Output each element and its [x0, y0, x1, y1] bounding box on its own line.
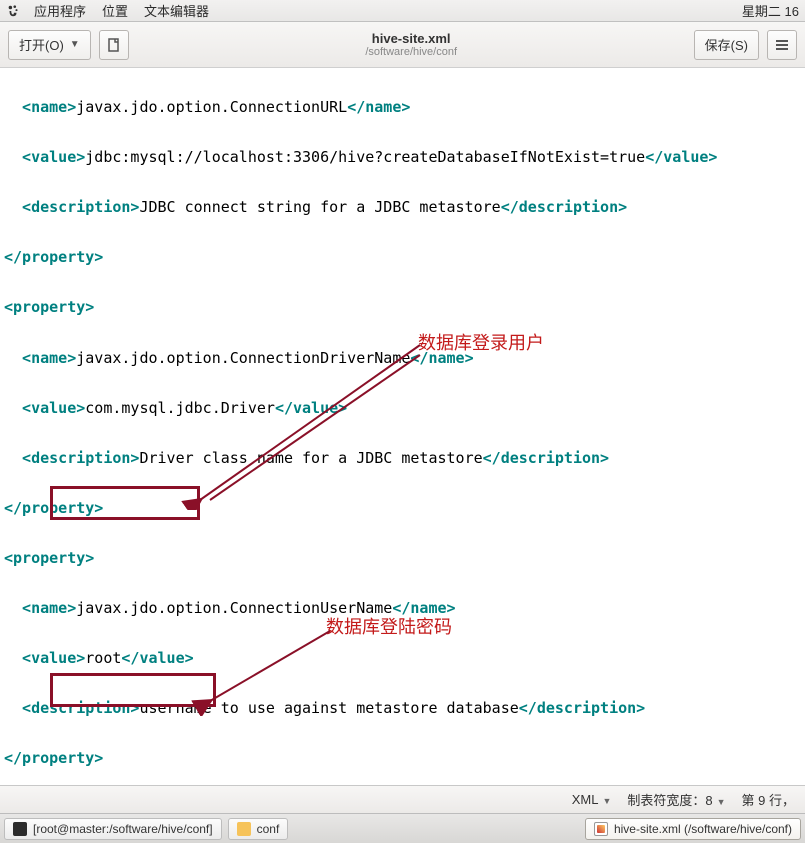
terminal-icon: [13, 822, 27, 836]
open-label: 打开(O): [19, 35, 64, 54]
menu-places[interactable]: 位置: [94, 1, 136, 20]
clock: 星期二 16: [742, 1, 799, 20]
open-button[interactable]: 打开(O) ▼: [8, 30, 91, 60]
task-files-label: conf: [257, 822, 280, 836]
task-files[interactable]: conf: [228, 818, 289, 840]
taskbar: [root@master:/software/hive/conf] conf h…: [0, 813, 805, 843]
status-lang[interactable]: XML▼: [572, 792, 612, 807]
text-editor-area[interactable]: <name>javax.jdo.option.ConnectionURL</na…: [0, 68, 805, 785]
save-button[interactable]: 保存(S): [694, 30, 759, 60]
gedit-icon: [594, 822, 608, 836]
menu-texteditor[interactable]: 文本编辑器: [136, 1, 217, 20]
task-terminal-label: [root@master:/software/hive/conf]: [33, 822, 213, 836]
hamburger-icon: [775, 38, 789, 52]
task-terminal[interactable]: [root@master:/software/hive/conf]: [4, 818, 222, 840]
task-gedit-label: hive-site.xml (/software/hive/conf): [614, 822, 792, 836]
status-tabwidth[interactable]: 制表符宽度：8▼: [627, 790, 725, 809]
chevron-down-icon: ▼: [70, 39, 80, 50]
gnome-logo-icon: [6, 4, 20, 18]
new-document-button[interactable]: [99, 30, 129, 60]
status-position: 第 9 行，: [742, 790, 795, 809]
task-gedit[interactable]: hive-site.xml (/software/hive/conf): [585, 818, 801, 840]
editor-toolbar: 打开(O) ▼ hive-site.xml /software/hive/con…: [0, 22, 805, 68]
document-title: hive-site.xml: [137, 31, 686, 46]
save-label: 保存(S): [705, 35, 748, 54]
status-bar: XML▼ 制表符宽度：8▼ 第 9 行，: [0, 785, 805, 813]
document-path: /software/hive/conf: [137, 46, 686, 58]
document-icon: [106, 37, 122, 53]
title-area: hive-site.xml /software/hive/conf: [137, 31, 686, 58]
system-menubar: 应用程序 位置 文本编辑器 星期二 16: [0, 0, 805, 22]
menu-applications[interactable]: 应用程序: [26, 1, 94, 20]
folder-icon: [237, 822, 251, 836]
hamburger-button[interactable]: [767, 30, 797, 60]
